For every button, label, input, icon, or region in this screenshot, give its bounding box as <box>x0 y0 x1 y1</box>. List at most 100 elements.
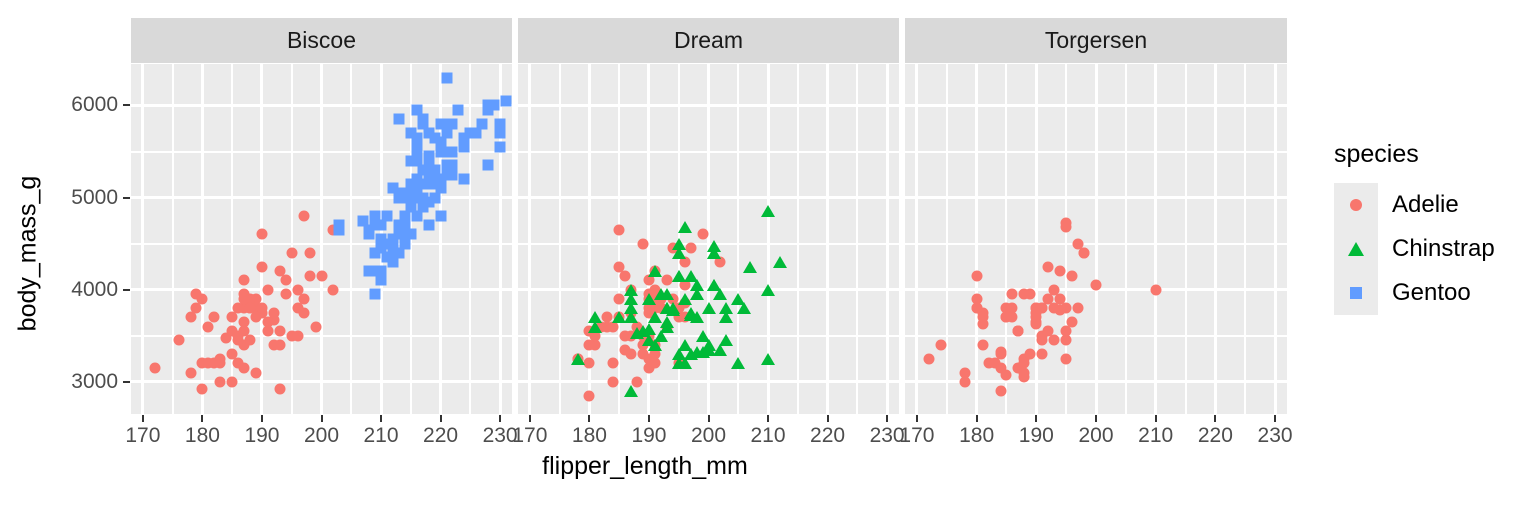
facet-strip-label: Biscoe <box>286 27 357 53</box>
gridline-minor-vertical <box>1244 64 1247 414</box>
data-point-adelie <box>1042 261 1054 273</box>
data-point-adelie <box>1000 311 1012 323</box>
facet-strip-label: Torgersen <box>1044 27 1148 53</box>
data-point-chinstrap <box>671 237 686 250</box>
gridline-major-horizontal <box>518 380 899 384</box>
data-point-adelie <box>607 357 619 369</box>
data-point-chinstrap <box>731 357 746 370</box>
data-point-chinstrap <box>641 292 656 305</box>
data-point-chinstrap <box>671 269 686 282</box>
data-point-gentoo <box>458 132 470 144</box>
x-tick-mark <box>528 415 531 422</box>
data-point-adelie <box>995 362 1006 374</box>
data-point-chinstrap <box>588 320 603 333</box>
data-point-adelie <box>304 270 316 282</box>
gridline-minor-vertical <box>796 64 799 414</box>
gridline-major-vertical <box>439 64 443 414</box>
data-point-adelie <box>1090 279 1102 291</box>
data-point-adelie <box>304 247 316 259</box>
data-point-adelie <box>1030 307 1042 319</box>
data-point-chinstrap <box>665 302 680 315</box>
x-tick-label: 200 <box>1078 424 1114 447</box>
data-point-gentoo <box>494 141 506 153</box>
data-point-adelie <box>613 293 625 305</box>
data-point-chinstrap <box>719 302 734 315</box>
data-point-chinstrap <box>701 343 716 356</box>
data-point-gentoo <box>369 247 381 259</box>
data-point-adelie <box>971 293 983 305</box>
data-point-adelie <box>1018 367 1030 379</box>
y-axis-title: body_mass_g <box>13 175 42 331</box>
data-point-adelie <box>238 274 250 286</box>
data-point-chinstrap <box>659 288 674 301</box>
data-point-gentoo <box>399 238 411 250</box>
data-point-adelie <box>268 339 280 351</box>
data-point-chinstrap <box>761 352 776 365</box>
data-point-chinstrap <box>713 343 728 356</box>
data-point-adelie <box>1018 288 1030 300</box>
data-point-adelie <box>583 390 595 402</box>
gridline-minor-vertical <box>290 64 293 414</box>
panel-biscoe <box>131 64 512 414</box>
data-point-gentoo <box>446 146 458 157</box>
y-tick-label: 6000 <box>71 93 118 117</box>
data-point-gentoo <box>458 173 470 185</box>
data-point-adelie <box>185 311 197 323</box>
x-tick-mark <box>826 415 829 422</box>
legend-item-chinstrap[interactable]: Chinstrap <box>1322 227 1536 271</box>
x-tick-label: 190 <box>1018 424 1054 447</box>
data-point-adelie <box>280 288 292 300</box>
x-tick-label: 220 <box>423 424 459 447</box>
gridline-major-vertical <box>1213 64 1217 414</box>
x-tick-label: 220 <box>1197 424 1233 447</box>
facet-strip-biscoe: Biscoe <box>131 18 512 63</box>
data-point-adelie <box>1060 302 1072 314</box>
gridline-minor-vertical <box>945 64 948 414</box>
x-tick-mark <box>260 415 263 422</box>
data-point-gentoo <box>375 233 387 245</box>
data-point-chinstrap <box>624 384 639 397</box>
x-tick-label: 210 <box>363 424 399 447</box>
data-point-chinstrap <box>737 302 752 315</box>
circle-marker <box>1334 183 1378 227</box>
x-tick-label: 170 <box>512 424 548 447</box>
y-tick-label: 5000 <box>71 185 118 209</box>
legend-item-gentoo[interactable]: Gentoo <box>1322 271 1536 315</box>
y-tick-mark <box>123 104 130 107</box>
x-tick-mark <box>886 415 889 422</box>
data-point-adelie <box>995 348 1006 360</box>
data-point-gentoo <box>405 127 417 139</box>
circle-marker-shape <box>1350 199 1362 211</box>
data-point-chinstrap <box>761 283 776 296</box>
facet-strip-torgersen: Torgersen <box>905 18 1287 63</box>
x-tick-mark <box>499 415 502 422</box>
data-point-adelie <box>316 270 327 282</box>
data-point-adelie <box>685 242 697 254</box>
x-tick-label: 230 <box>1257 424 1293 447</box>
data-point-gentoo <box>369 288 381 300</box>
gridline-major-vertical <box>826 64 830 414</box>
data-point-adelie <box>601 311 613 323</box>
gridline-major-vertical <box>1094 64 1098 414</box>
data-point-adelie <box>310 321 322 332</box>
x-tick-label: 170 <box>899 424 935 447</box>
x-tick-mark <box>1035 415 1038 422</box>
data-point-adelie <box>613 261 625 273</box>
data-point-gentoo <box>494 118 506 130</box>
data-point-adelie <box>619 330 631 342</box>
x-tick-mark <box>201 415 204 422</box>
x-tick-mark <box>915 415 918 422</box>
y-tick-mark <box>123 380 130 383</box>
data-point-chinstrap <box>624 292 639 305</box>
x-tick-label: 190 <box>244 424 280 447</box>
data-point-gentoo <box>387 256 399 268</box>
data-point-chinstrap <box>772 256 787 269</box>
data-point-gentoo <box>435 146 447 157</box>
data-point-gentoo <box>452 104 464 116</box>
gridline-major-vertical <box>320 64 323 414</box>
data-point-chinstrap <box>636 325 651 338</box>
y-tick-label: 3000 <box>71 369 118 393</box>
square-marker-shape <box>1350 287 1362 299</box>
data-point-adelie <box>268 307 280 319</box>
legend-item-adelie[interactable]: Adelie <box>1322 183 1536 227</box>
